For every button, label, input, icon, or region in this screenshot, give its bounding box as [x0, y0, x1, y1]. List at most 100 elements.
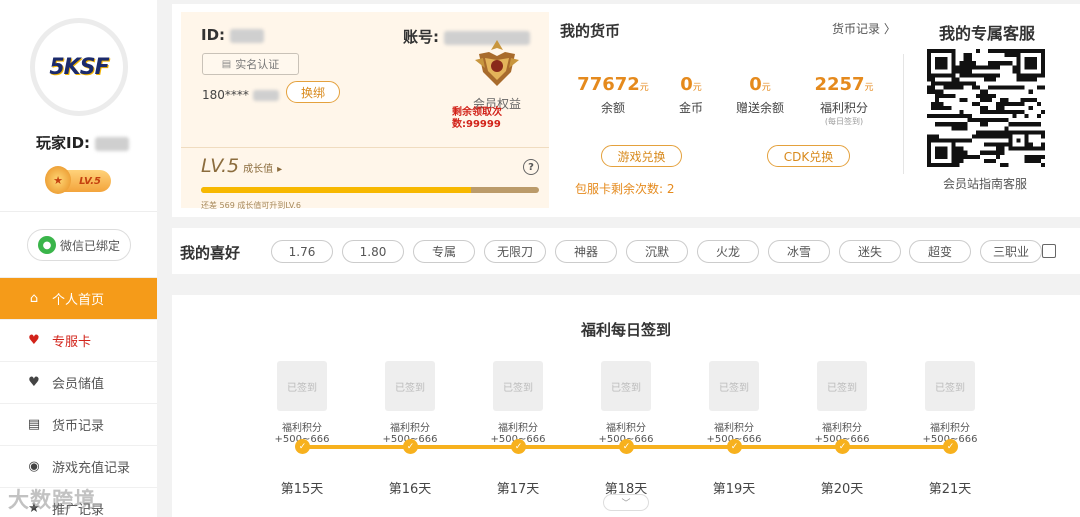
check-icon: ✓ [511, 439, 526, 454]
stat-label: 余额 [600, 101, 625, 115]
preference-tag[interactable]: 神器 [555, 240, 617, 263]
wechat-icon: ● [37, 236, 56, 254]
profile-panel: 5KSF 玩家ID: ★ LV.5 [0, 0, 157, 212]
sidebar-item-0[interactable]: ⌂ 个人首页 [0, 278, 157, 320]
account-id: ID: [201, 26, 265, 44]
checkin-status[interactable]: 已签到 [709, 361, 759, 411]
stat-unit: 元 [692, 83, 702, 93]
cdk-exchange-button[interactable]: CDK兑换 [767, 145, 850, 167]
preference-tag[interactable]: 冰雪 [768, 240, 830, 263]
help-icon[interactable]: ? [523, 159, 539, 175]
checkin-title: 福利每日签到 [580, 321, 671, 339]
checkin-day: 已签到 福利积分+500~666 第18天 [581, 361, 671, 497]
stat-label: 赠送余额 [735, 101, 784, 115]
checkin-day-label: 第19天 [712, 482, 756, 497]
realname-verify-button[interactable]: ▤ 实名认证 [202, 53, 299, 75]
check-icon: ✓ [403, 439, 418, 454]
checkin-day: 已签到 福利积分+500~666 第16天 [365, 361, 455, 497]
sidebar-item-2[interactable]: ♥ 会员储值 [0, 362, 157, 404]
check-icon: ✓ [835, 439, 850, 454]
stat-value: 77672 [577, 74, 640, 95]
currency-record-label: 货币记录 [832, 22, 881, 36]
preference-tag[interactable]: 专属 [413, 240, 475, 263]
stat-label: 金币 [678, 101, 703, 115]
preferences-bar: 我的喜好 1.76 1.80 专属 无限刀 神器 沉默 火龙 冰雪 迷失 超变 三职业 [172, 228, 1080, 274]
preference-tag[interactable]: 1.76 [271, 240, 333, 263]
wechat-bound-button[interactable]: ● 微信已绑定 [27, 229, 131, 261]
daily-checkin-panel: 福利每日签到 已签到 福利积分+500~666 第15天 ✓ 已签到 福利积分+500~6… [172, 295, 1080, 517]
account-id-label: ID: [201, 26, 226, 44]
sidebar-item-3[interactable]: ▤ 货币记录 [0, 404, 157, 446]
sidebar-item-4[interactable]: ◉ 游戏充值记录 [0, 446, 157, 488]
checkin-day: 已签到 福利积分+500~666 第15天 [257, 361, 347, 497]
expand-chevron-icon[interactable]: ﹀ [603, 494, 649, 511]
player-id: 玩家ID: [36, 132, 130, 153]
realname-verify-label: 实名认证 [235, 58, 280, 71]
qr-code-icon[interactable] [927, 46, 1045, 170]
account-number-label: 账号: [403, 28, 439, 46]
chevron-right-icon[interactable]: ▸ [277, 164, 282, 175]
server-card-remaining: 包服卡剩余次数: 2 [575, 182, 675, 196]
growth-progress-note: 还差 569 成长值可升到LV.6 [201, 201, 302, 210]
chevron-right-icon: 〉 [883, 22, 896, 36]
sidebar-item-1[interactable]: ♥ 专服卡 [0, 320, 157, 362]
edit-icon[interactable] [1042, 244, 1056, 258]
checkin-status[interactable]: 已签到 [817, 361, 867, 411]
account-panel: ID: 账号: ▤ 实名认证 180**** 换绑 会员权益 剩余领取次数:99… [181, 12, 549, 210]
game-exchange-button[interactable]: 游戏兑换 [601, 145, 682, 167]
checkin-status[interactable]: 已签到 [493, 361, 543, 411]
checkin-day: 已签到 福利积分+500~666 第21天 [905, 361, 995, 497]
sidebar-item-label: 货币记录 [52, 419, 105, 434]
avatar-logo: 5KSF [49, 54, 109, 80]
level-badge-label: LV.5 [79, 175, 101, 187]
gamepad-icon: ◉ [28, 459, 40, 474]
player-id-label: 玩家ID: [36, 134, 91, 152]
stat-value: 0 [749, 74, 762, 95]
currency-record-link[interactable]: 货币记录 〉 [832, 20, 896, 37]
checkin-status[interactable]: 已签到 [601, 361, 651, 411]
checkin-status[interactable]: 已签到 [385, 361, 435, 411]
preference-tag[interactable]: 无限刀 [484, 240, 546, 263]
preference-tag[interactable]: 迷失 [839, 240, 901, 263]
preference-tag[interactable]: 1.80 [342, 240, 404, 263]
avatar[interactable]: 5KSF [30, 18, 128, 116]
phone-value: 180**** [202, 88, 249, 102]
heart-icon: ♥ [28, 375, 40, 390]
checkin-status[interactable]: 已签到 [925, 361, 975, 411]
account-id-redacted [230, 28, 265, 43]
stat-label: 福利积分 [819, 101, 868, 115]
growth-progress-fill [201, 187, 472, 193]
level-badge: ★ LV.5 [45, 166, 111, 194]
checkin-day-label: 第15天 [280, 482, 324, 497]
stat-unit: 元 [864, 83, 874, 93]
preference-tag[interactable]: 三职业 [980, 240, 1042, 263]
rebind-button[interactable]: 换绑 [286, 81, 340, 103]
check-icon: ✓ [295, 439, 310, 454]
sidebar-item-label: 游戏充值记录 [52, 461, 131, 476]
player-id-redacted [95, 136, 130, 151]
phone-redacted [252, 90, 279, 101]
stat-sub-label: (每日签到) [824, 117, 864, 126]
service-label: 会员站指南客服 [943, 177, 1028, 191]
checkin-day: 已签到 福利积分+500~666 第20天 [797, 361, 887, 497]
wechat-section: ● 微信已绑定 [0, 212, 157, 278]
checkin-day: 已签到 福利积分+500~666 第17天 [473, 361, 563, 497]
checkin-day-label: 第21天 [928, 482, 972, 497]
stat-value: 0 [680, 74, 693, 95]
wallet-title: 我的货币 [560, 22, 621, 40]
stat-welfare-points: 2257元 福利积分 (每日签到) [806, 74, 882, 127]
stat-balance: 77672元 余额 [573, 74, 653, 116]
checkin-day-label: 第17天 [496, 482, 540, 497]
preference-tag[interactable]: 超变 [909, 240, 971, 263]
checkin-status[interactable]: 已签到 [277, 361, 327, 411]
wechat-bound-label: 微信已绑定 [59, 238, 120, 253]
preference-tag[interactable]: 火龙 [697, 240, 759, 263]
sidebar-nav: ⌂ 个人首页 ♥ 专服卡 ♥ 会员储值 ▤ 货币记录 ◉ 游戏充值记录 ★ 推广记录 [0, 278, 157, 517]
divider [903, 54, 904, 174]
level-value: LV.5 [201, 155, 240, 177]
stat-unit: 元 [761, 83, 771, 93]
member-emblem-icon[interactable] [473, 38, 521, 90]
stat-gold: 0元 金币 [661, 74, 721, 116]
preferences-title: 我的喜好 [180, 244, 241, 262]
preference-tag[interactable]: 沉默 [626, 240, 688, 263]
